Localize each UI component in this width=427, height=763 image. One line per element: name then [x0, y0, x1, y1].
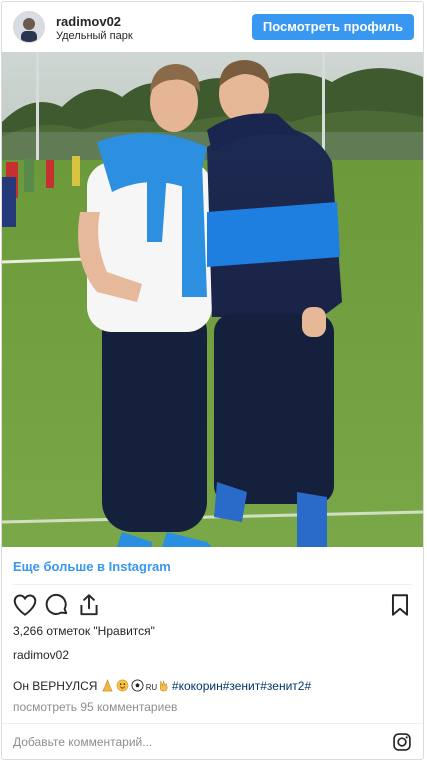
bookmark-icon[interactable]: [387, 592, 413, 618]
post-caption: Он ВЕРНУЛСЯ RU #кокорин#зенит#зенит2#: [13, 679, 311, 693]
header-location[interactable]: Удельный парк: [56, 30, 133, 42]
face-with-tongue-icon: [116, 679, 129, 692]
praying-hands-icon: [102, 679, 113, 692]
share-icon[interactable]: [76, 592, 102, 618]
ru-label: RU: [145, 683, 157, 692]
action-bar: [2, 590, 423, 622]
add-comment-input[interactable]: [13, 735, 373, 749]
more-on-instagram-link[interactable]: Еще больше в Instagram: [13, 559, 171, 574]
post-header: radimov02 Удельный парк Посмотреть профи…: [2, 2, 423, 52]
caption-hashtags[interactable]: #кокорин#зенит#зенит2#: [172, 679, 311, 693]
avatar[interactable]: [13, 11, 45, 43]
soccer-ball-icon: [131, 679, 144, 692]
heart-icon[interactable]: [12, 592, 38, 618]
view-profile-button[interactable]: Посмотреть профиль: [251, 14, 414, 40]
view-comments-link[interactable]: посмотреть 95 комментариев: [13, 700, 177, 714]
post-photo-image: [2, 52, 423, 547]
victory-hand-icon: [159, 680, 168, 692]
divider: [13, 584, 412, 585]
caption-username[interactable]: radimov02: [13, 648, 69, 662]
post-photo[interactable]: [2, 52, 423, 547]
instagram-logo-icon[interactable]: [392, 732, 412, 752]
likes-count[interactable]: 3,266 отметок "Нравится": [13, 624, 155, 638]
divider: [2, 723, 423, 724]
caption-text: Он ВЕРНУЛСЯ: [13, 679, 98, 693]
instagram-embed-card: radimov02 Удельный парк Посмотреть профи…: [1, 1, 424, 760]
comment-icon[interactable]: [44, 592, 70, 618]
header-username[interactable]: radimov02: [56, 14, 121, 29]
